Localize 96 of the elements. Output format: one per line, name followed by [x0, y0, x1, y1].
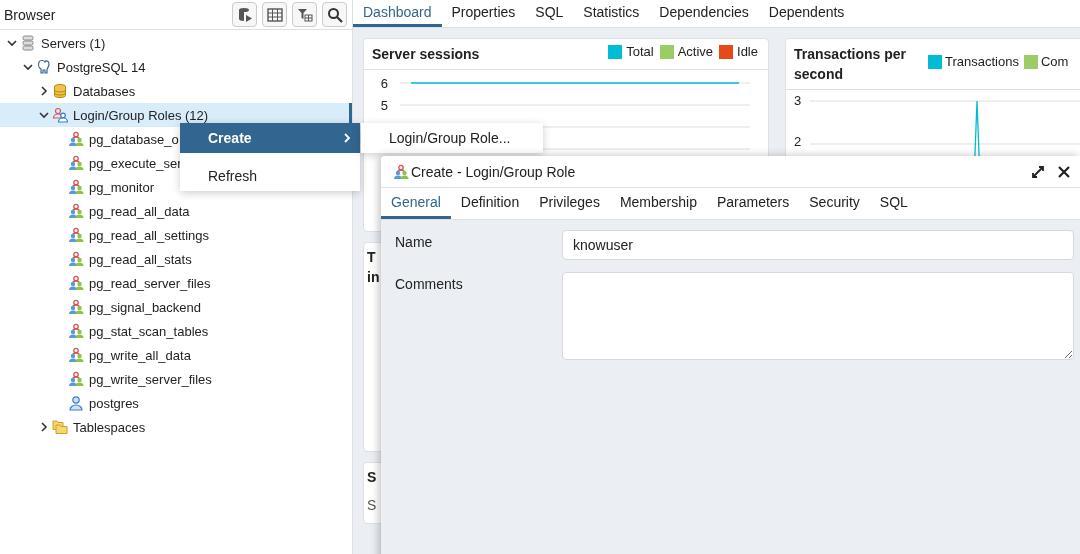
tab[interactable]: Parameters: [706, 188, 800, 219]
group-icon: [393, 163, 409, 180]
group-icon: [68, 323, 84, 339]
tree-label: pg_read_all_data: [89, 203, 190, 219]
group-icon: [68, 275, 84, 291]
tree-item[interactable]: pg_read_all_settings: [0, 223, 352, 247]
axis-tick: 3: [794, 93, 803, 108]
tab[interactable]: General: [381, 188, 451, 219]
legend-label: Transactions: [945, 54, 1019, 69]
axis-tick: 2: [794, 134, 803, 149]
group-icon: [68, 203, 84, 219]
tab[interactable]: SQL: [869, 188, 918, 219]
search-icon[interactable]: [322, 2, 347, 27]
tab[interactable]: S: [364, 491, 380, 519]
menu-item[interactable]: Login/Group Role...: [361, 123, 543, 153]
group-icon: [68, 179, 84, 195]
tree-item[interactable]: Tablespaces: [0, 415, 352, 439]
axis-tick: 5: [380, 98, 388, 113]
tab[interactable]: Dependents: [758, 0, 855, 27]
tab[interactable]: Privileges: [529, 188, 610, 219]
chevron-down-icon[interactable]: [6, 37, 18, 49]
group-icon: [68, 251, 84, 267]
expand-icon[interactable]: [1030, 163, 1046, 180]
tree-item[interactable]: pg_read_server_files: [0, 271, 352, 295]
tree-label: pg_read_all_stats: [89, 251, 192, 267]
group-icon: [68, 299, 84, 315]
tree-label: pg_write_server_files: [89, 371, 212, 387]
database-icon: [52, 83, 68, 99]
legend-label: Com: [1040, 54, 1069, 69]
tree-label: postgres: [89, 395, 139, 411]
tab[interactable]: Properties: [441, 0, 526, 27]
tab[interactable]: Dashboard: [353, 0, 442, 27]
tab[interactable]: SQL: [525, 0, 574, 27]
tree-item[interactable]: pg_write_all_data: [0, 343, 352, 367]
menu-item[interactable]: Refresh: [180, 161, 360, 191]
tab[interactable]: Statistics: [573, 0, 650, 27]
legend-label: Total: [626, 44, 654, 59]
axis-tick: 6: [380, 76, 388, 91]
tab[interactable]: Membership: [609, 188, 707, 219]
group-icon: [68, 131, 84, 147]
tree-item[interactable]: Databases: [0, 79, 352, 103]
chevron-right-icon[interactable]: [38, 421, 50, 433]
group-icon: [68, 371, 84, 387]
input-field[interactable]: knowuser: [562, 230, 1074, 260]
chevron-down-icon[interactable]: [22, 61, 34, 73]
tab[interactable]: Security: [799, 188, 870, 219]
tree-item[interactable]: PostgreSQL 14: [0, 55, 352, 79]
tree-item[interactable]: Servers (1): [0, 31, 352, 55]
tree-label: pg_read_all_settings: [89, 227, 209, 243]
field-label: Comments: [395, 275, 464, 294]
chart-title: Server sessions: [372, 45, 480, 64]
filter-table-icon[interactable]: [292, 2, 317, 27]
legend-label: Idle: [737, 44, 758, 59]
users-icon: [52, 107, 68, 123]
tab[interactable]: Dependencies: [649, 0, 759, 27]
tree-label: pg_monitor: [89, 179, 155, 195]
field-label: Name: [395, 233, 434, 252]
comments-field[interactable]: [562, 272, 1074, 360]
panel-title: S: [367, 469, 377, 485]
dialog-title: Create - Login/Group Role: [411, 163, 577, 180]
group-icon: [68, 347, 84, 363]
tree-label: PostgreSQL 14: [57, 59, 146, 75]
group-icon: [68, 227, 84, 243]
tree-label: Databases: [73, 83, 136, 99]
tree-label: pg_write_all_data: [89, 347, 191, 363]
database-play-icon[interactable]: [232, 2, 257, 27]
tree-item[interactable]: pg_write_server_files: [0, 367, 352, 391]
tree-label: Login/Group Roles (12): [73, 107, 209, 123]
tree-item[interactable]: pg_stat_scan_tables: [0, 319, 352, 343]
menu-item[interactable]: Create: [180, 123, 360, 153]
user-icon: [68, 395, 84, 411]
folders-icon: [52, 419, 68, 435]
tree-label: pg_database_o: [89, 131, 179, 147]
tree-label: pg_execute_ser: [89, 155, 182, 171]
tree-item[interactable]: pg_signal_backend: [0, 295, 352, 319]
tree-item[interactable]: postgres: [0, 391, 352, 415]
chevron-down-icon[interactable]: [38, 109, 50, 121]
panel-title: Browser: [4, 6, 57, 23]
tree-item-selected[interactable]: Login/Group Roles (12): [0, 103, 352, 127]
tree-label: Tablespaces: [73, 419, 146, 435]
table-icon[interactable]: [262, 2, 287, 27]
legend-label: Active: [677, 44, 714, 59]
group-icon: [68, 155, 84, 171]
close-icon[interactable]: [1056, 163, 1072, 180]
tree-item[interactable]: pg_read_all_stats: [0, 247, 352, 271]
tab[interactable]: Definition: [450, 188, 530, 219]
panel-title: T: [367, 248, 376, 267]
panel-title: in: [367, 268, 380, 287]
server-stack-icon: [20, 35, 36, 51]
tree-item[interactable]: pg_read_all_data: [0, 199, 352, 223]
tree-label: pg_signal_backend: [89, 299, 202, 315]
tree-label: Servers (1): [41, 35, 106, 51]
tree-label: pg_stat_scan_tables: [89, 323, 209, 339]
chart-title: Transactions per second: [794, 45, 908, 84]
chevron-right-icon[interactable]: [38, 85, 50, 97]
tree-label: pg_read_server_files: [89, 275, 211, 291]
